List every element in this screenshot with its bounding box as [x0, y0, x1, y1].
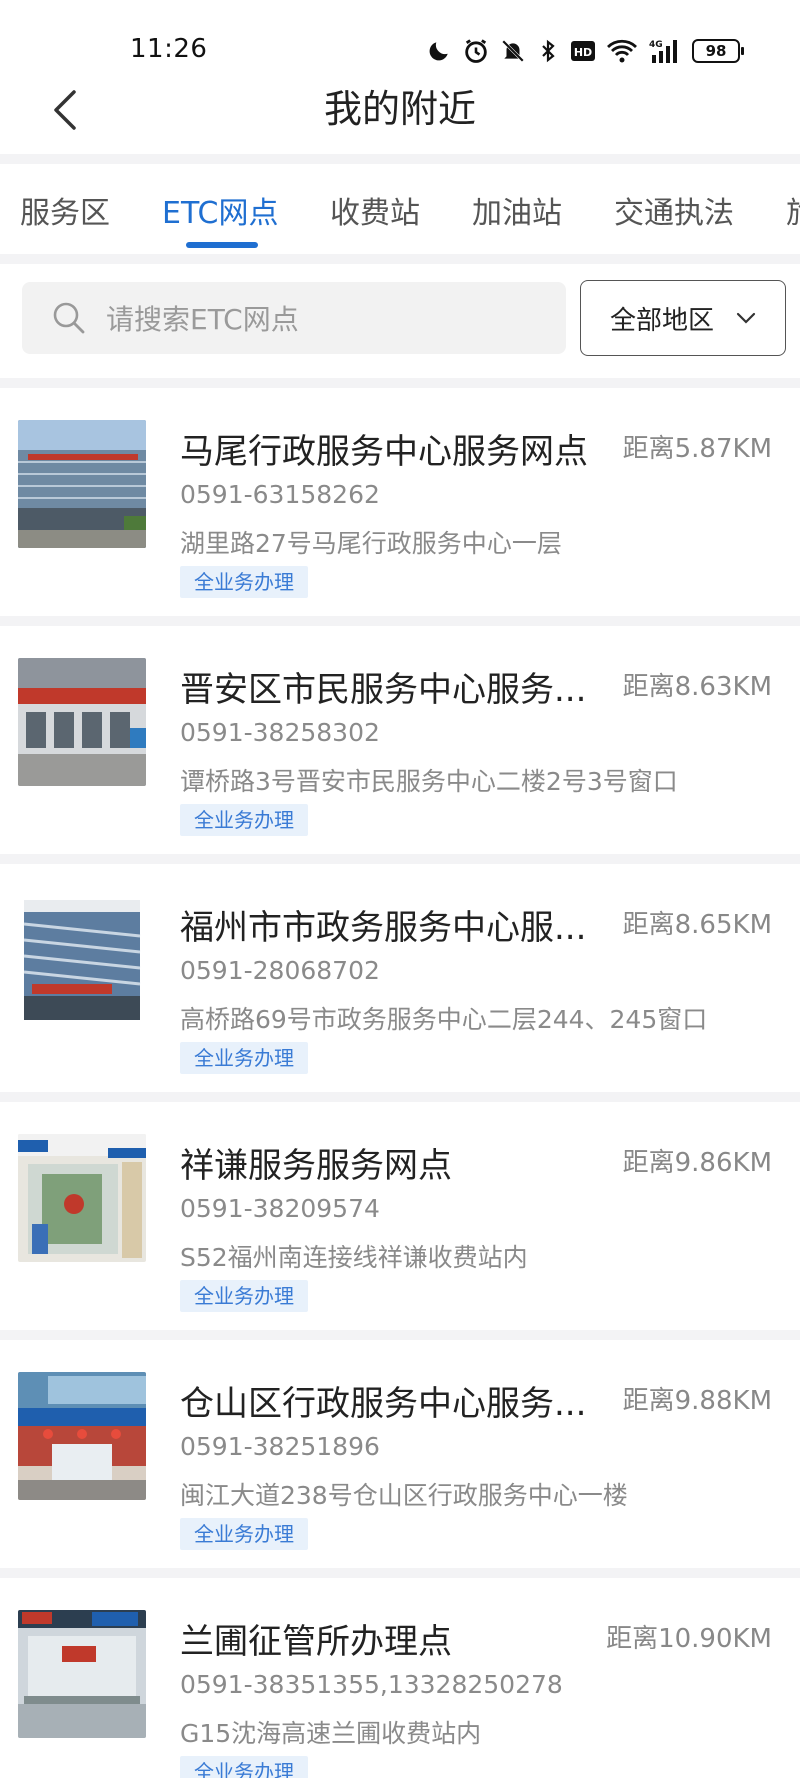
outlet-address: 谭桥路3号晋安市民服务中心二楼2号3号窗口: [180, 767, 678, 796]
category-tabs: 服务区 ETC网点 收费站 加油站 交通执法 旅: [0, 166, 800, 252]
service-tag: 全业务办理: [180, 1280, 308, 1312]
svg-text:4G: 4G: [649, 40, 663, 50]
divider: [0, 154, 800, 164]
tab-etc-outlets[interactable]: ETC网点: [162, 188, 278, 232]
outlet-phone[interactable]: 0591-38351355,13328250278: [180, 1670, 563, 1699]
outlet-address: 高桥路69号市政务服务中心二层244、245窗口: [180, 1005, 708, 1034]
service-tag: 全业务办理: [180, 1518, 308, 1550]
outlet-address: S52福州南连接线祥谦收费站内: [180, 1243, 528, 1272]
outlet-photo: [18, 420, 146, 548]
wifi-icon: [606, 36, 638, 66]
service-tag: 全业务办理: [180, 566, 308, 598]
outlet-distance: 距离8.65KM: [622, 910, 772, 940]
list-item[interactable]: 福州市市政务服务中心服... 距离8.65KM 0591-28068702 高桥…: [0, 864, 800, 1092]
outlet-phone[interactable]: 0591-28068702: [180, 956, 380, 985]
page-title: 我的附近: [323, 87, 476, 131]
outlet-photo: [18, 896, 146, 1024]
tab-gas-station[interactable]: 加油站: [472, 188, 562, 232]
tab-service-area[interactable]: 服务区: [20, 188, 110, 232]
search-row: 请搜索ETC网点 全部地区: [0, 270, 800, 370]
outlet-photo: [18, 1610, 146, 1738]
outlet-name: 仓山区行政服务中心服务...: [180, 1384, 587, 1424]
outlet-distance: 距离9.86KM: [622, 1148, 772, 1178]
list-item[interactable]: 兰圃征管所办理点 距离10.90KM 0591-38351355,1332825…: [0, 1578, 800, 1778]
alarm-icon: [462, 36, 490, 66]
divider: [0, 616, 800, 626]
outlet-phone[interactable]: 0591-38258302: [180, 718, 380, 747]
status-icons: HD 4G 98: [426, 34, 744, 68]
search-icon: [52, 301, 86, 335]
outlet-photo: [18, 1372, 146, 1500]
divider: [0, 1092, 800, 1102]
outlet-name: 祥谦服务服务网点: [180, 1146, 452, 1186]
service-tag: 全业务办理: [180, 804, 308, 836]
tab-traffic-enforcement[interactable]: 交通执法: [614, 188, 734, 232]
outlet-photo: [18, 1134, 146, 1262]
service-tag: 全业务办理: [180, 1756, 308, 1778]
chevron-down-icon: [736, 312, 756, 324]
outlet-address: 湖里路27号马尾行政服务中心一层: [180, 529, 562, 558]
outlet-name: 兰圃征管所办理点: [180, 1622, 452, 1662]
outlet-name: 晋安区市民服务中心服务...: [180, 670, 587, 710]
outlet-name: 福州市市政务服务中心服...: [180, 908, 587, 948]
hd-icon: HD: [570, 36, 596, 66]
outlet-distance: 距离8.63KM: [622, 672, 772, 702]
divider: [0, 1330, 800, 1340]
region-dropdown[interactable]: 全部地区: [580, 280, 786, 356]
outlet-phone[interactable]: 0591-38251896: [180, 1432, 380, 1461]
search-placeholder: 请搜索ETC网点: [106, 303, 299, 336]
service-tag: 全业务办理: [180, 1042, 308, 1074]
active-tab-indicator: [186, 242, 258, 248]
moon-icon: [426, 36, 452, 66]
bell-muted-icon: [500, 36, 526, 66]
bluetooth-icon: [536, 36, 560, 66]
tab-toll-station[interactable]: 收费站: [330, 188, 420, 232]
outlet-name: 马尾行政服务中心服务网点: [180, 432, 588, 472]
nav-bar: 我的附近: [0, 70, 800, 156]
divider: [0, 254, 800, 264]
divider: [0, 1568, 800, 1578]
outlet-phone[interactable]: 0591-38209574: [180, 1194, 380, 1223]
outlet-distance: 距离10.90KM: [606, 1624, 772, 1654]
outlet-phone[interactable]: 0591-63158262: [180, 480, 380, 509]
outlet-distance: 距离9.88KM: [622, 1386, 772, 1416]
list-item[interactable]: 晋安区市民服务中心服务... 距离8.63KM 0591-38258302 谭桥…: [0, 626, 800, 854]
battery-indicator: 98: [692, 39, 744, 63]
outlet-address: G15沈海高速兰圃收费站内: [180, 1719, 482, 1748]
region-dropdown-label: 全部地区: [609, 305, 714, 336]
svg-text:HD: HD: [574, 46, 592, 59]
tab-travel[interactable]: 旅: [786, 188, 800, 232]
list-item[interactable]: 马尾行政服务中心服务网点 距离5.87KM 0591-63158262 湖里路2…: [0, 388, 800, 616]
list-item[interactable]: 祥谦服务服务网点 距离9.86KM 0591-38209574 S52福州南连接…: [0, 1102, 800, 1330]
search-input[interactable]: 请搜索ETC网点: [22, 282, 566, 354]
divider: [0, 854, 800, 864]
list-item[interactable]: 仓山区行政服务中心服务... 距离9.88KM 0591-38251896 闽江…: [0, 1340, 800, 1568]
divider: [0, 378, 800, 388]
outlet-distance: 距离5.87KM: [622, 434, 772, 464]
outlet-address: 闽江大道238号仓山区行政服务中心一楼: [180, 1481, 628, 1510]
outlet-photo: [18, 658, 146, 786]
signal-icon: 4G: [648, 36, 682, 66]
status-bar: 11:26 HD 4G 98: [0, 0, 800, 80]
status-time: 11:26: [130, 34, 208, 64]
